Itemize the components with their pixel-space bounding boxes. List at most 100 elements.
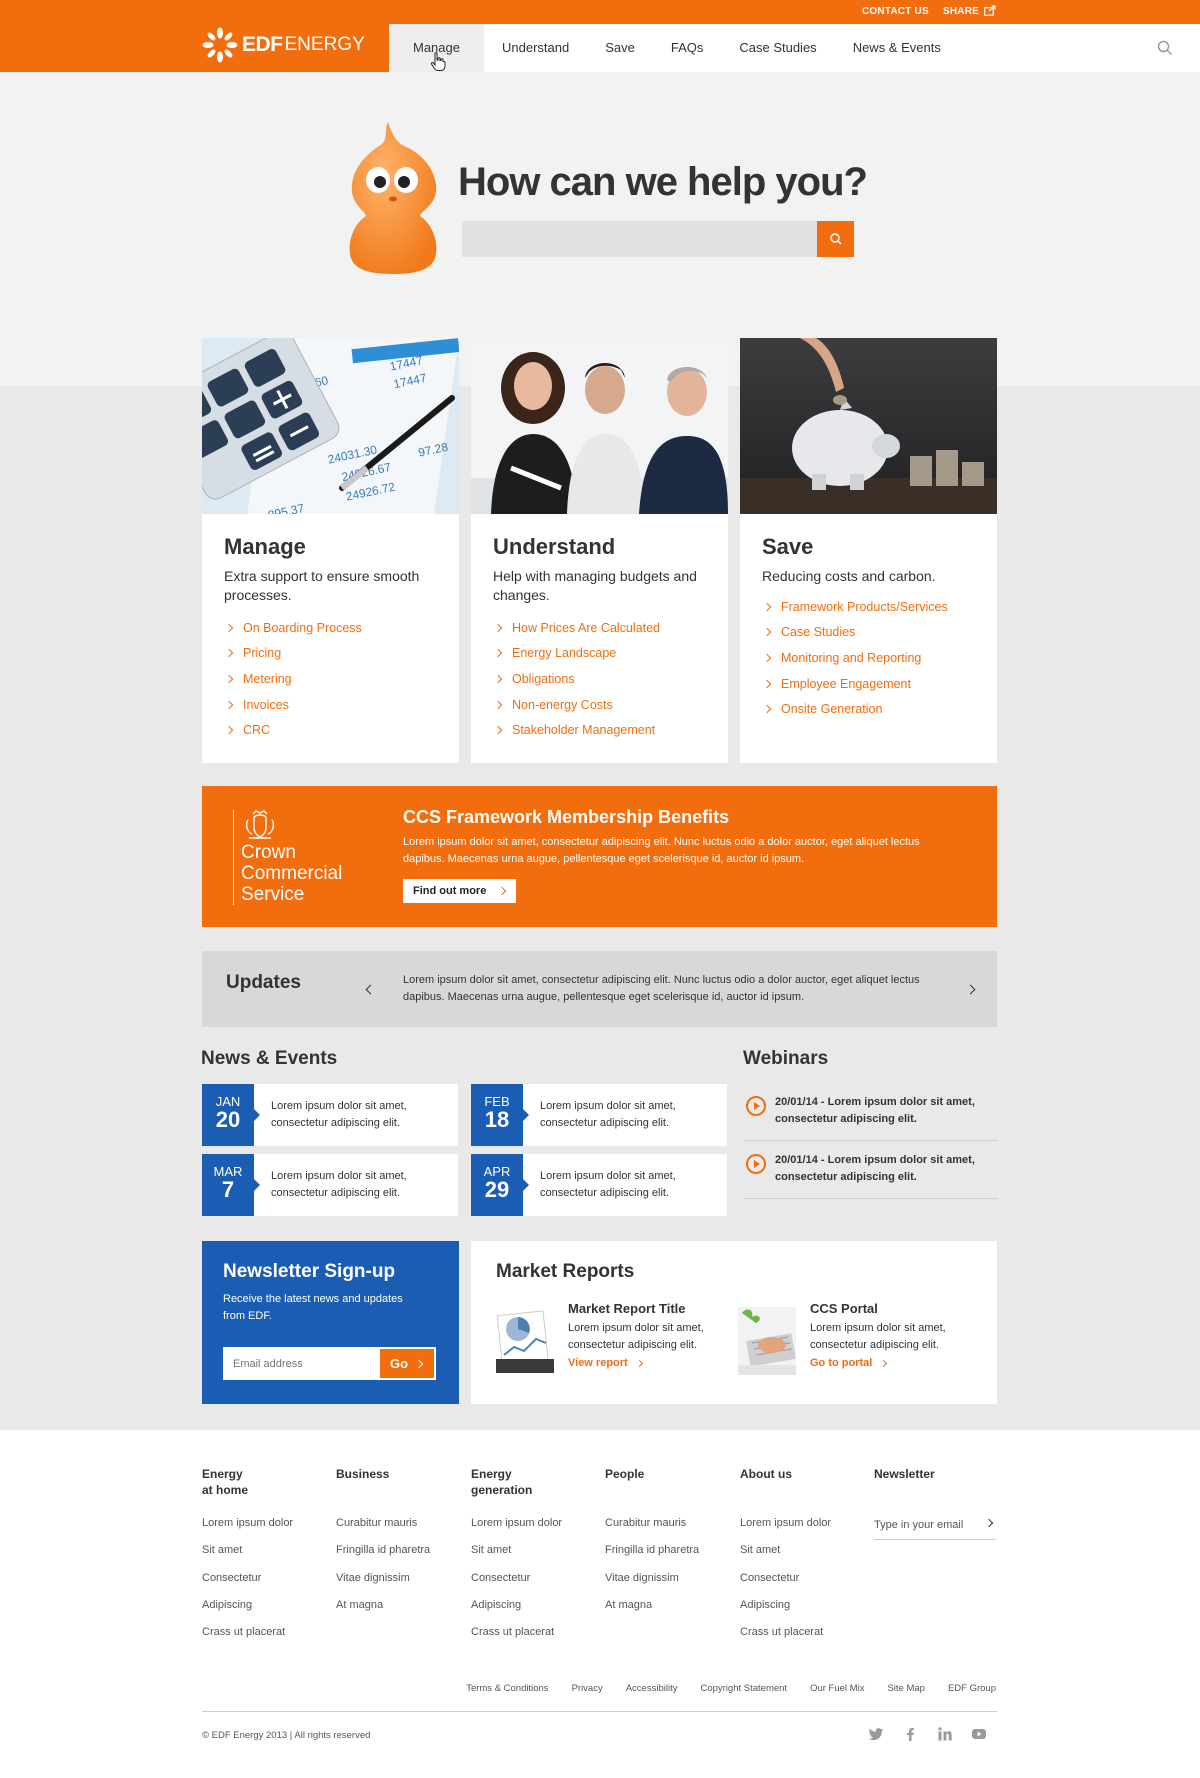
link-label: Invoices [243,697,289,712]
zingy-mascot-image [349,122,437,274]
footer-link[interactable]: Fringilla id pharetra [605,1543,725,1570]
footer-link[interactable]: Lorem ipsum dolor [740,1516,860,1543]
site-map-link[interactable]: Site Map [887,1683,925,1694]
footer-divider [202,1711,997,1712]
footer-link[interactable]: Curabitur mauris [336,1516,456,1543]
link-label: View report [568,1357,628,1369]
link-monitoring-and-reporting[interactable]: Monitoring and Reporting [762,645,948,671]
report-text: Lorem ipsum dolor sit amet, consectetur … [568,1322,704,1351]
footer-link[interactable]: Consectetur [202,1571,322,1598]
footer-link[interactable]: Curabitur mauris [605,1516,725,1543]
footer-link[interactable]: At magna [336,1598,456,1625]
nav-news-events[interactable]: News & Events [835,24,959,72]
link-case-studies[interactable]: Case Studies [762,620,948,646]
search-icon[interactable] [1156,39,1174,57]
footer-link[interactable]: At magna [605,1598,725,1625]
footer-link[interactable]: Adipiscing [740,1598,860,1625]
linkedin-icon[interactable] [937,1726,953,1742]
webinar-item[interactable]: 20/01/14 - Lorem ipsum dolor sit amet, c… [743,1083,998,1141]
title-line-2: generation [471,1483,533,1497]
chevron-right-icon[interactable] [965,984,976,995]
share-link[interactable]: SHARE [943,6,979,17]
footer-link[interactable]: Sit amet [471,1543,591,1570]
webinar-item[interactable]: 20/01/14 - Lorem ipsum dolor sit amet, c… [743,1141,998,1199]
hero-search-button[interactable] [817,221,854,257]
market-report-item: CCS Portal Lorem ipsum dolor sit amet, c… [738,1301,948,1381]
news-item[interactable]: JAN 20 Lorem ipsum dolor sit amet, consec… [202,1084,458,1146]
footer-link[interactable]: Vitae dignissim [605,1571,725,1598]
link-framework-products-services[interactable]: Framework Products/Services [762,594,948,620]
people-meeting-image [471,338,728,514]
date-day: 7 [221,1177,235,1202]
footer-link[interactable]: Sit amet [740,1543,860,1570]
link-energy-landscape[interactable]: Energy Landscape [493,641,660,667]
footer-column-title: Business [336,1466,456,1516]
footer-link[interactable]: Lorem ipsum dolor [471,1516,591,1543]
link-obligations[interactable]: Obligations [493,666,660,692]
accessibility-link[interactable]: Accessibility [626,1683,678,1694]
news-item[interactable]: APR 29 Lorem ipsum dolor sit amet, consec… [471,1154,727,1216]
footer-link[interactable]: Lorem ipsum dolor [202,1516,322,1543]
newsletter-text: Receive the latest news and updates from… [223,1293,403,1322]
twitter-icon[interactable] [868,1726,884,1742]
link-pricing[interactable]: Pricing [224,641,362,667]
link-crc[interactable]: CRC [224,717,362,743]
facebook-icon[interactable] [902,1726,918,1742]
footer-link[interactable]: Adipiscing [202,1598,322,1625]
privacy-link[interactable]: Privacy [572,1683,603,1694]
date-badge: FEB 18 [471,1084,529,1146]
hero-search-input[interactable] [462,221,817,257]
nav-understand[interactable]: Understand [484,24,587,72]
footer-link[interactable]: Fringilla id pharetra [336,1543,456,1570]
find-out-more-button[interactable]: Find out more [403,879,517,903]
link-onsite-generation[interactable]: Onsite Generation [762,696,948,722]
copyright-statement-link[interactable]: Copyright Statement [700,1683,787,1694]
link-stakeholder-management[interactable]: Stakeholder Management [493,717,660,743]
newsletter-signup: Newsletter Sign-up Receive the latest ne… [202,1241,459,1404]
button-label: Find out more [413,885,487,897]
view-report-link[interactable]: View report [568,1357,643,1369]
card-understand-title: Understand [493,534,616,559]
contact-us-link[interactable]: CONTACT US [862,6,929,17]
news-item[interactable]: FEB 18 Lorem ipsum dolor sit amet, consec… [471,1084,727,1146]
footer-email-field[interactable]: Type in your email [874,1510,996,1540]
edf-energy-logo[interactable]: EDF ENERGY [202,27,365,63]
footer-link[interactable]: Crass ut placerat [202,1625,322,1652]
edf-logo-icon [202,27,238,63]
link-how-prices-are-calculated[interactable]: How Prices Are Calculated [493,615,660,641]
link-on-boarding-process[interactable]: On Boarding Process [224,615,362,641]
link-label: Monitoring and Reporting [781,650,922,665]
card-manage-subtitle: Extra support to ensure smooth processes… [224,568,420,603]
edf-group-link[interactable]: EDF Group [948,1683,996,1694]
go-to-portal-link[interactable]: Go to portal [810,1357,888,1369]
email-field[interactable] [223,1347,383,1380]
footer-link[interactable]: Vitae dignissim [336,1571,456,1598]
link-non-energy-costs[interactable]: Non-energy Costs [493,692,660,718]
link-employee-engagement[interactable]: Employee Engagement [762,671,948,697]
footer-link[interactable]: Crass ut placerat [471,1625,591,1652]
link-invoices[interactable]: Invoices [224,692,362,718]
chevron-right-icon [762,704,772,714]
terms-conditions-link[interactable]: Terms & Conditions [466,1683,548,1694]
chevron-left-icon[interactable] [365,984,376,995]
footer-link[interactable]: Sit amet [202,1543,322,1570]
chevron-right-icon [762,679,772,688]
link-metering[interactable]: Metering [224,666,362,692]
footer-link[interactable]: Crass ut placerat [740,1625,860,1652]
footer-link[interactable]: Adipiscing [471,1598,591,1625]
nav-case-studies[interactable]: Case Studies [721,24,834,72]
youtube-icon[interactable] [971,1726,987,1742]
our-fuel-mix-link[interactable]: Our Fuel Mix [810,1683,864,1694]
nav-faqs[interactable]: FAQs [653,24,722,72]
go-button[interactable]: Go [378,1347,436,1380]
footer-link[interactable]: Consectetur [740,1571,860,1598]
piggy-bank-image [740,338,997,514]
share-icon[interactable] [984,5,996,16]
title-line-1: About us [740,1467,792,1481]
chevron-right-icon [635,1359,643,1368]
chevron-right-icon [493,649,503,658]
nav-save[interactable]: Save [587,24,653,72]
footer-link[interactable]: Consectetur [471,1571,591,1598]
footer-column-newsletter: Newsletter [874,1466,994,1516]
news-item[interactable]: MAR 7 Lorem ipsum dolor sit amet, consect… [202,1154,458,1216]
